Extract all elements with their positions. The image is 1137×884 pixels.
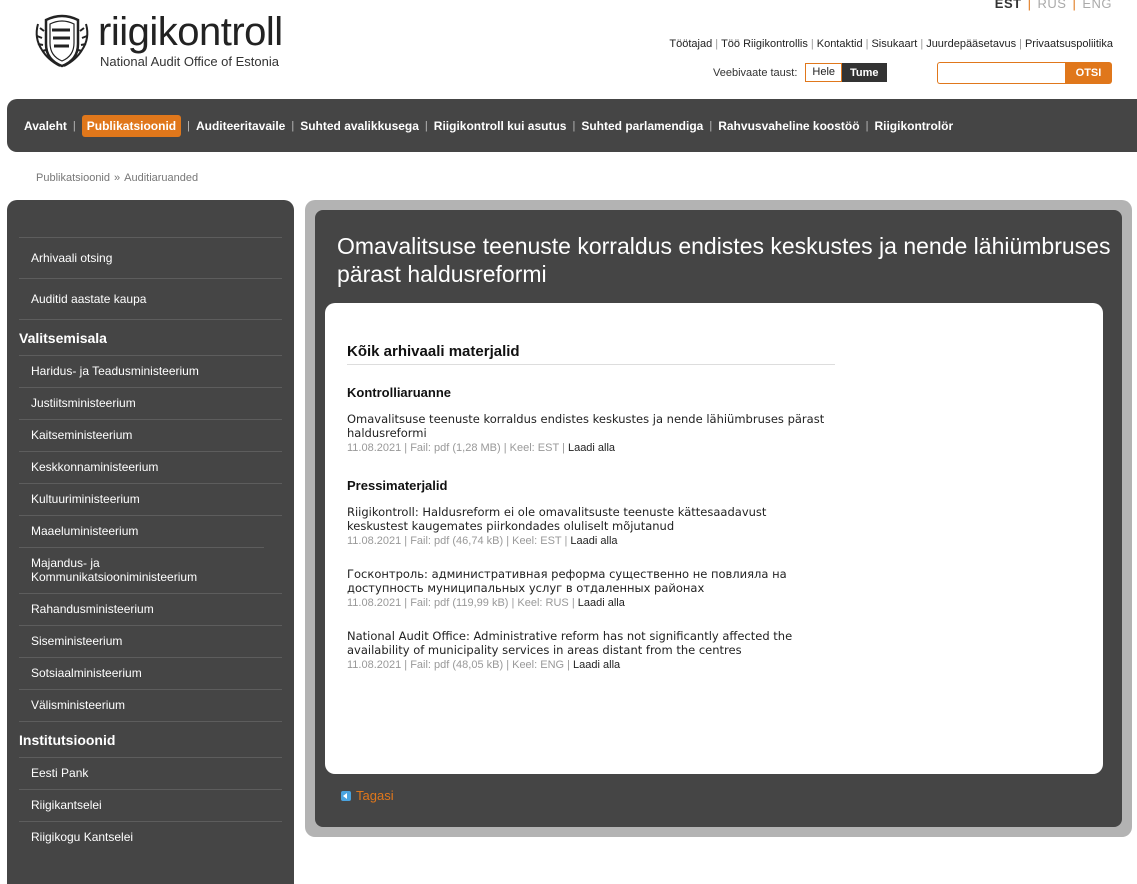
sidebar-item-auditid-aastate-kaupa[interactable]: Auditid aastate kaupa [19,278,282,319]
theme-toggle: Veebivaate taust: Hele Tume [713,63,887,82]
nav-suhted-avalikkusega[interactable]: Suhted avalikkusega [300,119,419,133]
archive-materials: Kõik arhivaali materjalid Kontrolliaruan… [325,303,1103,774]
link-juurdepaasetavus[interactable]: Juurdepääsetavus [926,38,1016,50]
main-panel: Omavalitsuse teenuste korraldus endistes… [305,200,1132,837]
link-sisukaart[interactable]: Sisukaart [871,38,917,50]
document-item: Госконтроль: административная реформа су… [347,567,1081,609]
lang-eng[interactable]: ENG [1082,0,1112,11]
main-panel-inner: Omavalitsuse teenuste korraldus endistes… [315,210,1122,827]
sidebar-item-institution[interactable]: Riigikantselei [19,789,282,821]
logo-name: riigikontroll [98,10,283,54]
sidebar-item-institution[interactable]: Eesti Pank [19,757,282,789]
nav-avaleht[interactable]: Avaleht [24,119,67,133]
sidebar: Arhivaali otsing Auditid aastate kaupa V… [7,200,294,884]
report-heading: Kontrolliaruanne [347,385,452,400]
link-privaatsuspoliitika[interactable]: Privaatsuspoliitika [1025,38,1113,50]
document-item: Riigikontroll: Haldusreform ei ole omava… [347,505,1081,547]
download-link[interactable]: Laadi alla [578,597,625,609]
lang-est[interactable]: EST [995,0,1022,11]
search-form: OTSI [937,62,1112,84]
document-meta: 11.08.2021 | Fail: pdf (48,05 kB) | Keel… [347,659,621,671]
breadcrumb-auditiaruanded[interactable]: Auditiaruanded [124,172,198,184]
theme-label: Veebivaate taust: [713,66,798,79]
sidebar-item-ministry[interactable]: Siseministeerium [19,625,282,657]
dark-theme-button[interactable]: Tume [842,63,887,82]
sidebar-item-institution[interactable]: Riigikogu Kantselei [19,821,282,853]
page-title: Omavalitsuse teenuste korraldus endistes… [337,233,1111,287]
archive-heading: Kõik arhivaali materjalid [347,343,835,365]
document-meta: 11.08.2021 | Fail: pdf (46,74 kB) | Keel… [347,535,618,547]
back-link[interactable]: Tagasi [341,788,394,803]
sidebar-item-ministry[interactable]: Keskkonnaministeerium [19,451,282,483]
sidebar-item-ministry[interactable]: Kultuuriministeerium [19,483,282,515]
document-title[interactable]: National Audit Office: Administrative re… [347,629,827,657]
lang-rus[interactable]: RUS [1037,0,1066,11]
link-too-riigikontrollis[interactable]: Töö Riigikontrollis [721,38,808,50]
document-title[interactable]: Госконтроль: административная реформа су… [347,567,827,595]
link-kontaktid[interactable]: Kontaktid [817,38,863,50]
breadcrumb: Publikatsioonid» Auditiaruanded [36,172,199,184]
back-label: Tagasi [356,788,394,803]
back-arrow-icon [341,790,351,801]
download-link[interactable]: Laadi alla [573,659,620,671]
site-logo[interactable]: riigikontroll National Audit Office of E… [32,10,283,76]
search-input[interactable] [937,62,1065,84]
sidebar-item-ministry[interactable]: Justiitsministeerium [19,387,282,419]
sidebar-item-ministry[interactable]: Välisministeerium [19,689,282,721]
sidebar-section-valitsemisala: Valitsemisala [19,319,282,355]
document-item: National Audit Office: Administrative re… [347,629,1081,671]
download-link[interactable]: Laadi alla [568,442,615,454]
document-meta: 11.08.2021 | Fail: pdf (1,28 MB) | Keel:… [347,442,616,454]
main-navigation: Avaleht | Publikatsioonid | Auditeeritav… [7,99,1137,152]
press-heading: Pressimaterjalid [347,478,448,493]
nav-rahvusvaheline-koostoo[interactable]: Rahvusvaheline koostöö [718,119,859,133]
light-theme-button[interactable]: Hele [805,63,843,82]
sidebar-item-arhivaali-otsing[interactable]: Arhivaali otsing [19,237,282,278]
sidebar-item-ministry[interactable]: Sotsiaalministeerium [19,657,282,689]
nav-auditeeritavaile[interactable]: Auditeeritavaile [196,119,285,133]
sidebar-section-institutsioonid: Institutsioonid [19,721,282,757]
document-meta: 11.08.2021 | Fail: pdf (119,99 kB) | Kee… [347,597,625,609]
coat-of-arms-icon [35,14,89,68]
language-switcher: EST | RUS | ENG [995,0,1112,11]
document-title[interactable]: Omavalitsuse teenuste korraldus endistes… [347,412,827,440]
sidebar-item-ministry[interactable]: Kaitseministeerium [19,419,282,451]
nav-riigikontroll-kui-asutus[interactable]: Riigikontroll kui asutus [434,119,567,133]
nav-suhted-parlamendiga[interactable]: Suhted parlamendiga [581,119,703,133]
link-tootajad[interactable]: Töötajad [669,38,712,50]
nav-publikatsioonid[interactable]: Publikatsioonid [81,114,182,137]
sidebar-item-ministry[interactable]: Haridus- ja Teadusministeerium [19,355,282,387]
sidebar-item-ministry[interactable]: Majandus- ja Kommunikatsiooniministeeriu… [19,547,264,593]
download-link[interactable]: Laadi alla [570,535,617,547]
utility-links: Töötajad | Töö Riigikontrollis | Kontaktid | S… [669,38,1113,50]
search-button[interactable]: OTSI [1065,62,1112,84]
logo-subtitle: National Audit Office of Estonia [100,54,279,69]
document-title[interactable]: Riigikontroll: Haldusreform ei ole omava… [347,505,827,533]
breadcrumb-publikatsioonid[interactable]: Publikatsioonid [36,172,110,184]
sidebar-item-ministry[interactable]: Maaeluministeerium [19,515,282,547]
sidebar-item-ministry[interactable]: Rahandusministeerium [19,593,282,625]
nav-riigikontrolor[interactable]: Riigikontrolör [874,119,953,133]
document-item: Omavalitsuse teenuste korraldus endistes… [347,412,1081,454]
